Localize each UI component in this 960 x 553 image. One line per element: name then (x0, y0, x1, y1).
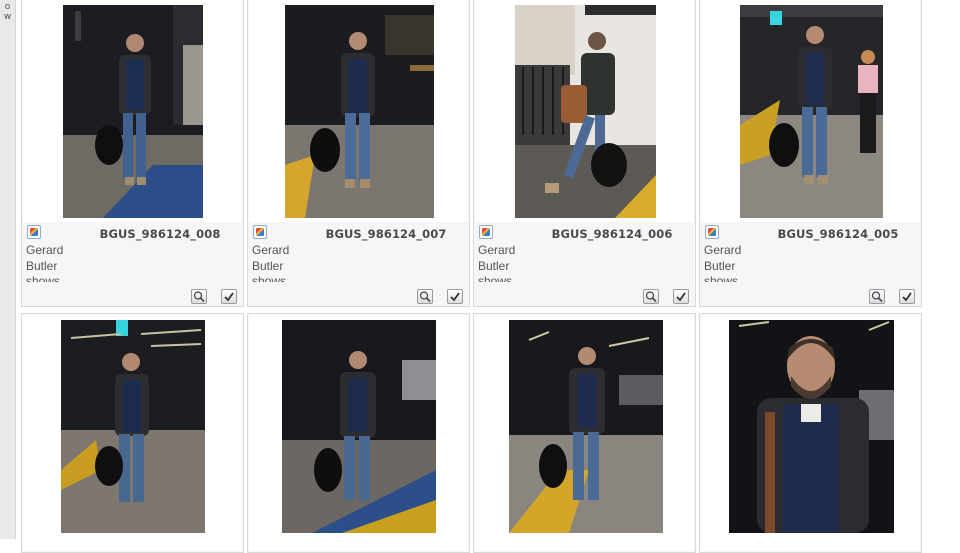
photo-metadata-icon[interactable] (705, 225, 719, 239)
checkmark-icon (902, 292, 912, 302)
photo-card (473, 313, 696, 553)
photo-caption: Gerard Butler shows (26, 243, 64, 282)
photo-filename: BGUS_986124_008 (99, 227, 221, 241)
photo-thumbnail[interactable] (509, 320, 663, 533)
photo-thumbnail[interactable] (740, 5, 883, 218)
photo-metadata-icon[interactable] (479, 225, 493, 239)
photo-thumbnail[interactable] (285, 5, 434, 218)
photo-caption: Gerard Butler shows (704, 243, 742, 282)
select-checkbox[interactable] (447, 289, 463, 304)
checkmark-icon (450, 292, 460, 302)
photo-metadata-icon[interactable] (253, 225, 267, 239)
photo-card (699, 313, 922, 553)
photo-grid: BGUS_986124_008 Gerard Butler shows BGUS… (0, 0, 960, 553)
magnifier-icon (645, 291, 657, 303)
photo-card (247, 313, 470, 553)
photo-card: BGUS_986124_006 Gerard Butler shows (473, 0, 696, 307)
magnifier-icon (419, 291, 431, 303)
magnifier-icon (193, 291, 205, 303)
photo-caption: Gerard Butler shows (252, 243, 290, 282)
select-checkbox[interactable] (899, 289, 915, 304)
checkmark-icon (224, 292, 234, 302)
photo-card: BGUS_986124_005 Gerard Butler shows (699, 0, 922, 307)
photo-filename: BGUS_986124_005 (777, 227, 899, 241)
checkmark-icon (676, 292, 686, 302)
zoom-button[interactable] (643, 289, 659, 304)
photo-card: BGUS_986124_008 Gerard Butler shows (21, 0, 244, 307)
photo-filename: BGUS_986124_006 (551, 227, 673, 241)
zoom-button[interactable] (191, 289, 207, 304)
magnifier-icon (871, 291, 883, 303)
zoom-button[interactable] (417, 289, 433, 304)
zoom-button[interactable] (869, 289, 885, 304)
photo-thumbnail[interactable] (729, 320, 894, 533)
photo-card: BGUS_986124_007 Gerard Butler shows (247, 0, 470, 307)
photo-thumbnail[interactable] (63, 5, 203, 218)
photo-filename: BGUS_986124_007 (325, 227, 447, 241)
photo-thumbnail[interactable] (282, 320, 436, 533)
photo-caption: Gerard Butler shows (478, 243, 516, 282)
photo-thumbnail[interactable] (515, 5, 656, 218)
select-checkbox[interactable] (673, 289, 689, 304)
select-checkbox[interactable] (221, 289, 237, 304)
photo-thumbnail[interactable] (61, 320, 205, 533)
photo-card (21, 313, 244, 553)
photo-metadata-icon[interactable] (27, 225, 41, 239)
